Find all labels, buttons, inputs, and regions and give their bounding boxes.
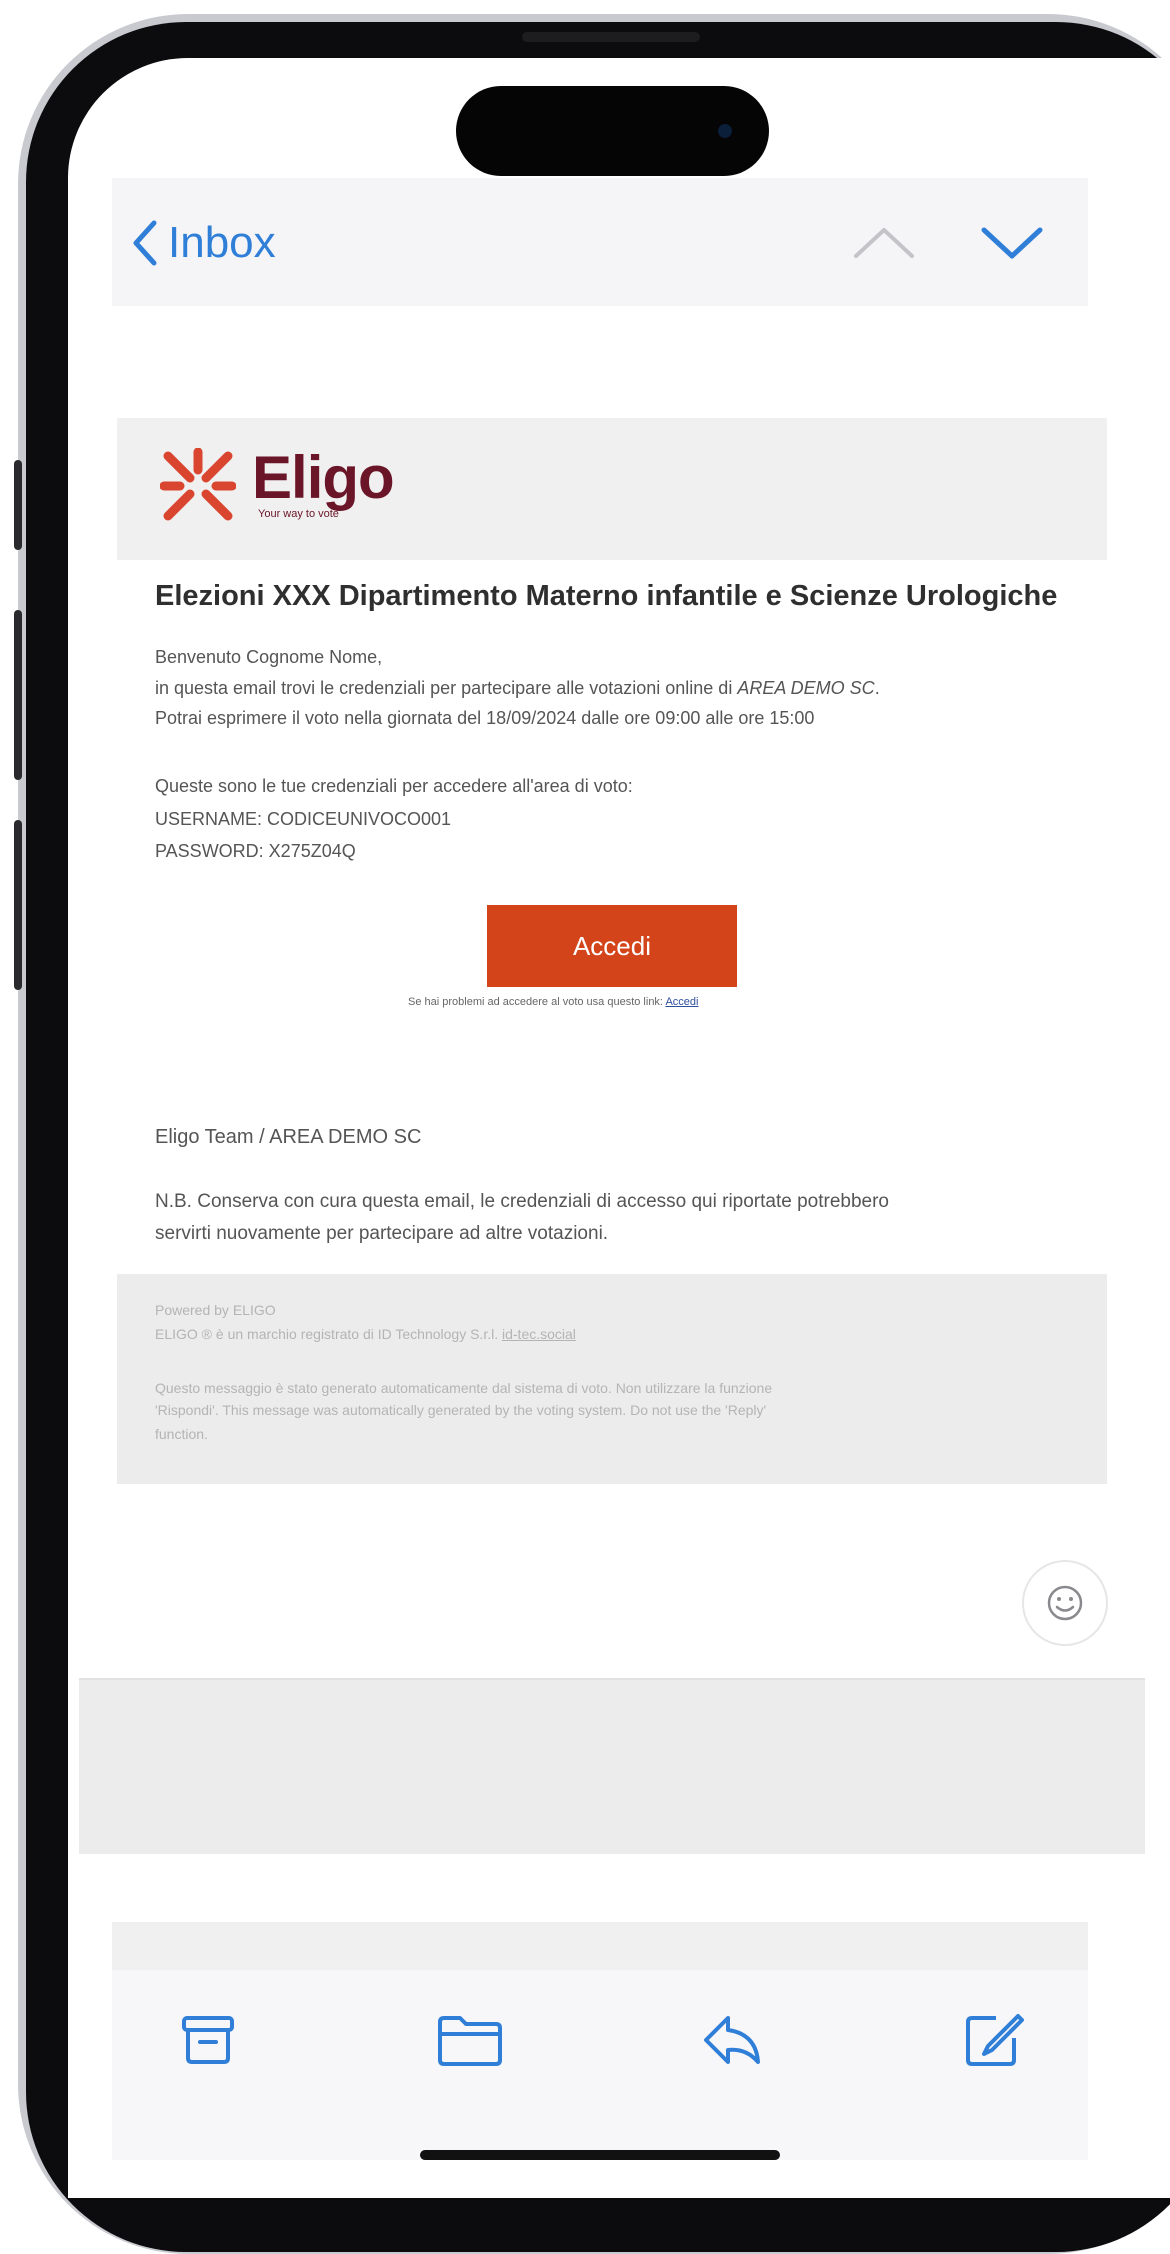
reply-icon [704, 2016, 760, 2064]
previous-message-button[interactable] [852, 222, 916, 267]
eligo-logo: Eligo Your way to vote [160, 444, 395, 524]
bottom-toolbar [112, 1970, 1088, 2160]
speaker-grille [522, 32, 700, 42]
accedi-button[interactable]: Accedi [487, 905, 737, 987]
next-message-button[interactable] [980, 222, 1044, 267]
reply-button[interactable] [700, 2010, 764, 2075]
thread-separator-band [79, 1678, 1145, 1854]
disclaimer-line2: 'Rispondi'. This message was automatical… [155, 1402, 767, 1418]
intro-text: in questa email trovi le credenziali per… [155, 678, 738, 698]
greeting: Benvenuto Cognome Nome, [155, 647, 383, 667]
camera-dot [718, 124, 732, 138]
company-link[interactable]: id-tec.social [502, 1326, 576, 1342]
next-message-strip [112, 1922, 1088, 1970]
move-to-folder-button[interactable] [436, 2010, 504, 2075]
smiley-icon [1047, 1585, 1083, 1621]
email-title: Elezioni XXX Dipartimento Materno infant… [155, 580, 1058, 612]
archive-icon [182, 2016, 234, 2064]
voting-schedule: Potrai esprimere il voto nella giornata … [155, 708, 815, 728]
password-line: PASSWORD: X275Z04Q [155, 841, 356, 861]
folder-icon [438, 2016, 502, 2066]
trouble-text: Se hai problemi ad accedere al voto usa … [408, 996, 666, 1008]
intro-line: in questa email trovi le credenziali per… [155, 678, 880, 699]
nb-note-line1: N.B. Conserva con cura questa email, le … [155, 1191, 889, 1212]
trademark-text: ELIGO ® è un marchio registrato di ID Te… [155, 1326, 502, 1342]
disclaimer-line1: Questo messaggio è stato generato automa… [155, 1380, 773, 1396]
credentials-intro: Queste sono le tue credenziali per acced… [155, 776, 633, 796]
username-line: USERNAME: CODICEUNIVOCO001 [155, 809, 452, 829]
chevron-down-icon [981, 227, 1043, 259]
intro-end: . [874, 678, 880, 698]
compose-icon [966, 2014, 1024, 2066]
trademark-line: ELIGO ® è un marchio registrato di ID Te… [155, 1326, 576, 1342]
brand-name: Eligo [252, 444, 395, 511]
powered-by: Powered by ELIGO [155, 1302, 276, 1318]
compose-button[interactable] [962, 2010, 1026, 2075]
chevron-left-icon [133, 220, 157, 266]
mute-switch [14, 460, 22, 550]
emoji-reaction-button[interactable] [1022, 1560, 1108, 1646]
organization-name: AREA DEMO SC [737, 678, 875, 698]
volume-up-button [14, 610, 22, 780]
archive-button[interactable] [178, 2010, 238, 2075]
nb-note-line2: servirti nuovamente per partecipare ad a… [155, 1223, 609, 1244]
disclaimer-line3: function. [155, 1426, 208, 1442]
back-label: Inbox [168, 218, 276, 267]
home-indicator[interactable] [420, 2150, 780, 2160]
accedi-link[interactable]: Accedi [665, 996, 698, 1008]
back-to-inbox-button[interactable]: Inbox [130, 218, 276, 268]
volume-down-button [14, 820, 22, 990]
dynamic-island [456, 86, 769, 176]
signature: Eligo Team / AREA DEMO SC [155, 1126, 422, 1148]
chevron-up-icon [854, 228, 914, 258]
trouble-note: Se hai problemi ad accedere al voto usa … [408, 996, 698, 1008]
eligo-logo-icon [160, 448, 236, 521]
